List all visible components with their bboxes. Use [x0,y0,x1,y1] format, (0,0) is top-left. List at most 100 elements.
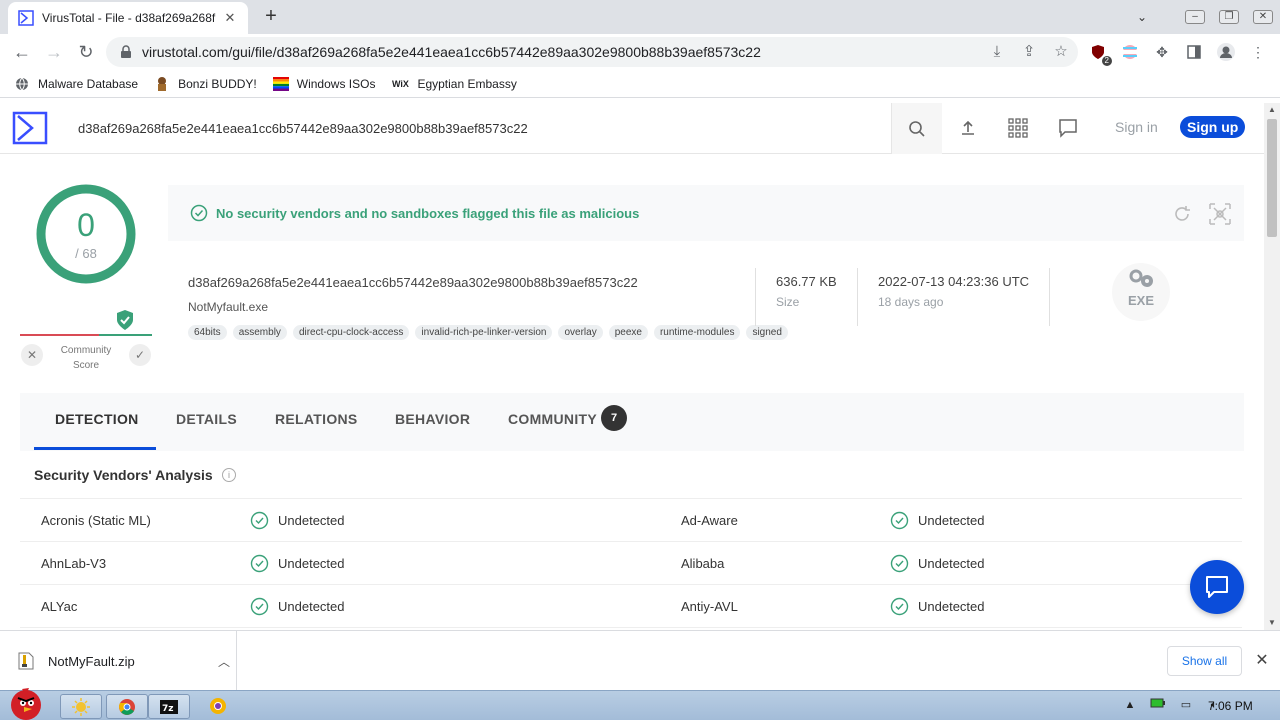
bookmark-star-icon[interactable]: ☆ [1052,43,1070,61]
similar-files-icon[interactable] [1208,202,1232,226]
upvote-check-icon[interactable]: ✓ [129,344,151,366]
profile-avatar-icon[interactable] [1216,42,1236,62]
page-scrollbar[interactable]: ▲ ▼ [1264,103,1280,630]
vendor-name: Acronis (Static ML) [41,513,151,528]
tab-community[interactable]: COMMUNITY [508,411,597,427]
file-tag[interactable]: invalid-rich-pe-linker-version [415,325,553,340]
community-label-line1: Community [60,345,112,356]
file-type-badge [1112,263,1170,321]
vendor-status: Undetected [918,599,985,614]
vt-header: d38af269a268fa5e2e441eaea1cc6b57442e89aa… [0,103,1264,154]
url-text: virustotal.com/gui/file/d38af269a268fa5e… [142,44,761,60]
battery-icon[interactable] [1150,697,1166,713]
back-arrow-icon[interactable]: ← [11,41,33,63]
sign-up-button[interactable]: Sign up [1180,116,1246,138]
sign-in-link[interactable]: Sign in [1115,119,1158,135]
minimize-window-icon[interactable]: – [1185,10,1205,24]
community-count-badge: 7 [601,405,627,431]
tab-detection[interactable]: DETECTION [55,411,139,427]
file-tag[interactable]: direct-cpu-clock-access [292,325,410,340]
tab-close-icon[interactable]: ✕ [222,10,238,26]
show-all-downloads-button[interactable]: Show all [1167,646,1242,676]
vendor-name: AhnLab-V3 [41,556,107,571]
active-tab-indicator [34,447,156,450]
taskbar-explorer-button[interactable] [60,694,102,719]
bookmark-bonzi-buddy[interactable]: Bonzi BUDDY! [154,76,257,92]
7zip-icon: 7z [160,699,178,714]
tab-behavior[interactable]: BEHAVIOR [395,411,470,427]
file-tag[interactable]: peexe [608,325,648,340]
support-chat-button[interactable] [1190,560,1244,614]
browser-tab-virustotal[interactable]: VirusTotal - File - d38af269a268f ✕ [8,2,248,34]
share-icon[interactable]: ⇪ [1020,43,1038,61]
chat-icon [1206,576,1228,598]
start-orb-angry-bird-icon[interactable] [2,681,52,720]
report-tabs: DETECTION DETAILS RELATIONS BEHAVIOR COM… [20,393,1244,451]
striped-circle-icon [1123,45,1137,59]
network-icon[interactable]: ▭ [1178,697,1194,713]
file-tag[interactable]: overlay [558,325,603,340]
info-icon[interactable]: i [222,468,236,482]
bookmark-windows-isos[interactable]: Windows ISOs [272,76,375,92]
vt-search-button[interactable] [892,103,942,154]
extensions-puzzle-icon[interactable]: ✥ [1152,42,1172,62]
reanalyze-icon[interactable] [1172,204,1192,224]
virustotal-logo-icon[interactable] [12,111,48,145]
vendor-status: Undetected [918,556,985,571]
download-shelf: NotMyFault.zip ︿ Show all ✕ [0,630,1280,691]
detection-total: / 68 [75,246,97,261]
taskbar-7zip-button[interactable]: 7z [148,694,190,719]
ublock-extension-icon[interactable]: 2 [1088,42,1112,66]
close-shelf-icon[interactable]: ✕ [1252,651,1272,671]
file-tags: 64bits assembly direct-cpu-clock-access … [188,325,788,340]
reload-icon[interactable]: ↻ [75,41,97,63]
search-icon [909,120,925,137]
install-app-icon[interactable]: ⤓ [988,43,1006,61]
apps-grid-icon[interactable] [1007,117,1029,139]
file-tag[interactable]: assembly [232,325,287,340]
new-tab-plus-icon[interactable]: + [260,6,282,28]
clean-verdict-banner: No security vendors and no sandboxes fla… [168,185,1244,241]
browser-tabstrip: VirusTotal - File - d38af269a268f ✕ + ⌄ … [0,0,1280,34]
chevron-up-icon[interactable]: ︿ [212,653,236,670]
vendor-results-table: Acronis (Static ML) Undetected Ad-Aware … [20,498,1242,628]
chrome-menu-kebab-icon[interactable]: ⋮ [1248,42,1268,62]
wix-icon: WiX [391,78,409,89]
downvote-x-icon[interactable]: ✕ [21,344,43,366]
taskbar-chrome-button[interactable] [106,694,148,719]
scroll-up-arrow-icon[interactable]: ▲ [1264,103,1280,117]
bookmark-egyptian-embassy[interactable]: WiX Egyptian Embassy [391,76,517,92]
restore-window-icon[interactable]: ❐ [1219,10,1239,24]
community-check-icon [117,310,133,330]
bookmark-malware-database[interactable]: Malware Database [14,76,138,92]
section-title: Security Vendors' Analysis [34,467,213,483]
extension-badge-count: 2 [1101,56,1112,66]
tab-search-chevron-icon[interactable]: ⌄ [1132,10,1152,24]
upload-icon[interactable] [957,117,979,139]
file-tag[interactable]: signed [746,325,788,340]
bookmark-label: Egyptian Embassy [417,76,517,91]
address-bar[interactable]: virustotal.com/gui/file/d38af269a268fa5e… [106,37,1078,67]
bookmark-label: Bonzi BUDDY! [178,76,257,91]
taskbar-clock[interactable]: 7:06 PM [1208,699,1253,713]
chat-bubble-icon[interactable] [1057,117,1079,139]
globe-icon [14,76,30,92]
undetected-check-icon [890,597,909,616]
scroll-thumb[interactable] [1267,119,1277,237]
file-name: NotMyfault.exe [188,300,269,314]
tray-expand-arrow-icon[interactable]: ▲ [1122,697,1138,713]
close-window-icon[interactable]: ✕ [1253,10,1273,24]
browser-tab-title: VirusTotal - File - d38af269a268f [42,11,216,25]
vt-search-input[interactable]: d38af269a268fa5e2e441eaea1cc6b57442e89aa… [66,103,892,154]
tab-relations[interactable]: RELATIONS [275,411,358,427]
file-tag[interactable]: 64bits [188,325,227,340]
tab-details[interactable]: DETAILS [176,411,237,427]
forward-arrow-icon[interactable]: → [43,41,65,63]
file-tag[interactable]: runtime-modules [653,325,741,340]
verdict-text: No security vendors and no sandboxes fla… [216,205,640,221]
taskbar-chrome-canary-icon[interactable] [208,696,228,716]
pride-extension-icon[interactable] [1120,42,1140,62]
scroll-down-arrow-icon[interactable]: ▼ [1264,616,1280,630]
side-panel-icon[interactable] [1184,42,1204,62]
person-icon [1217,43,1235,61]
